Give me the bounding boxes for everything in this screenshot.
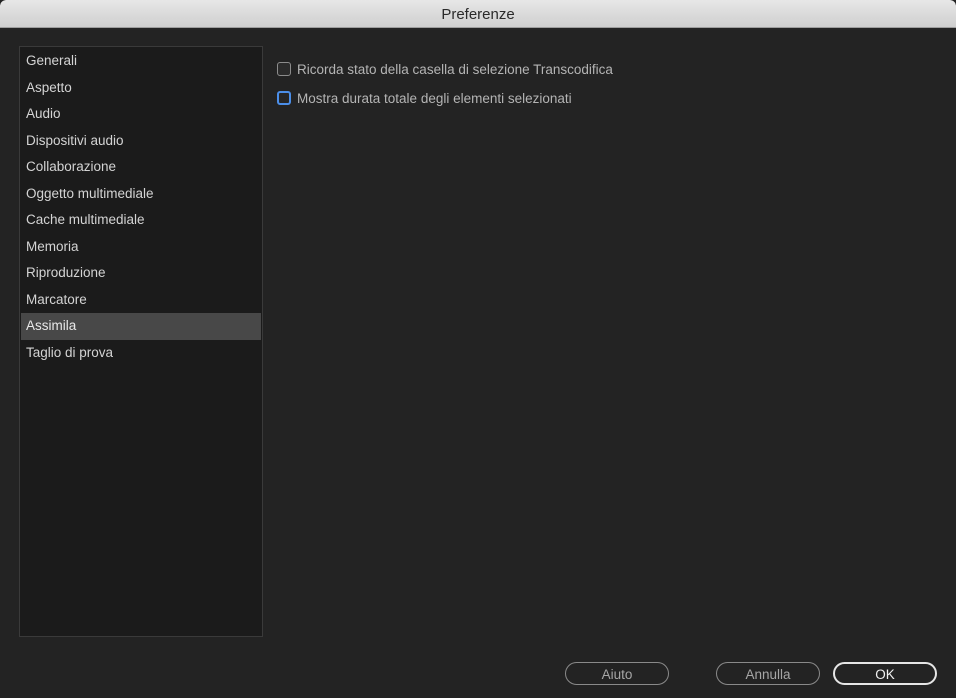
sidebar-item-oggetto-multimediale[interactable]: Oggetto multimediale [21, 181, 261, 208]
sidebar-item-assimila[interactable]: Assimila [21, 313, 261, 340]
sidebar-item-taglio-di-prova[interactable]: Taglio di prova [21, 340, 261, 367]
ok-button[interactable]: OK [833, 662, 937, 685]
sidebar-item-dispositivi-audio[interactable]: Dispositivi audio [21, 128, 261, 155]
option-remember-transcode[interactable]: Ricorda stato della casella di selezione… [277, 58, 936, 80]
cancel-button[interactable]: Annulla [716, 662, 820, 685]
preferences-content: Ricorda stato della casella di selezione… [277, 58, 936, 116]
remember-transcode-checkbox[interactable] [277, 62, 291, 76]
preferences-window: Preferenze Generali Aspetto Audio Dispos… [0, 0, 956, 698]
show-total-duration-label[interactable]: Mostra durata totale degli elementi sele… [297, 91, 572, 106]
sidebar-item-memoria[interactable]: Memoria [21, 234, 261, 261]
title-bar[interactable]: Preferenze [0, 0, 956, 28]
sidebar-item-marcatore[interactable]: Marcatore [21, 287, 261, 314]
remember-transcode-label[interactable]: Ricorda stato della casella di selezione… [297, 62, 613, 77]
option-show-total-duration[interactable]: Mostra durata totale degli elementi sele… [277, 87, 936, 109]
help-button[interactable]: Aiuto [565, 662, 669, 685]
sidebar-item-audio[interactable]: Audio [21, 101, 261, 128]
window-title: Preferenze [441, 6, 515, 23]
sidebar-list: Generali Aspetto Audio Dispositivi audio… [21, 48, 261, 366]
preferences-sidebar: Generali Aspetto Audio Dispositivi audio… [19, 46, 263, 637]
sidebar-item-cache-multimediale[interactable]: Cache multimediale [21, 207, 261, 234]
show-total-duration-checkbox[interactable] [277, 91, 291, 105]
sidebar-item-generali[interactable]: Generali [21, 48, 261, 75]
sidebar-item-riproduzione[interactable]: Riproduzione [21, 260, 261, 287]
sidebar-item-aspetto[interactable]: Aspetto [21, 75, 261, 102]
sidebar-item-collaborazione[interactable]: Collaborazione [21, 154, 261, 181]
